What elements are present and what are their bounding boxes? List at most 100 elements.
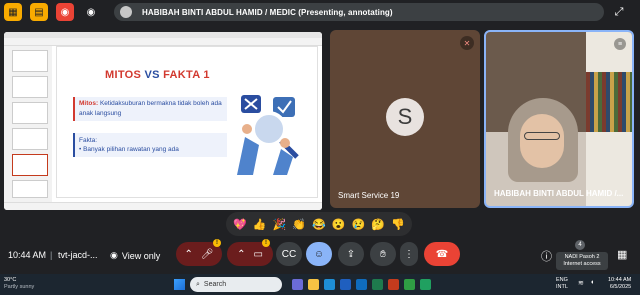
participant-name: HABIBAH BINTI ABDUL HAMID /... [494, 189, 624, 198]
mic-off-icon: 🎤︎ [200, 248, 214, 260]
clock-time: 10:44 AM [608, 277, 632, 283]
chevron-up-icon: ⌃ [184, 248, 193, 260]
chevron-up-icon: ⌃ [237, 248, 246, 260]
meeting-code: tvt-jacd-... [58, 250, 98, 260]
reaction-party[interactable]: 🎉 [273, 218, 287, 231]
presenter-label: HABIBAH BINTI ABDUL HAMID / MEDIC (Prese… [142, 7, 393, 17]
powerpoint-ribbon [4, 38, 322, 46]
fact-box: Fakta: • Banyak pilihan rawatan yang ada [73, 133, 227, 157]
reaction-bar: 💖 👍 🎉 👏 😂 😮 😢 🤔 👎 [226, 212, 412, 236]
emoji-icon: ☺ [313, 248, 325, 260]
temperature: 30°C [4, 277, 17, 283]
chrome-icon[interactable] [404, 279, 415, 290]
hangup-icon: ☎︎ [435, 248, 449, 260]
edge-icon[interactable] [324, 279, 335, 290]
captions-button[interactable]: CC [276, 242, 302, 266]
reaction-heart[interactable]: 💖 [233, 218, 247, 231]
reaction-thumbs-down[interactable]: 👎 [391, 218, 405, 231]
search-icon: ⌕ [196, 280, 200, 288]
myth-box: Mitos: Ketidaksuburan bermakna tidak bol… [73, 97, 227, 121]
slide-thumbnail [12, 50, 48, 72]
slide-thumbnails [4, 46, 52, 202]
taskbar-search[interactable]: ⌕ Search [190, 277, 282, 292]
participant-tile-active[interactable]: ≡ HABIBAH BINTI ABDUL HAMID /... [484, 30, 634, 208]
weather-widget[interactable]: 30°C Partly sunny [4, 277, 34, 291]
windows-start-icon[interactable] [174, 279, 185, 290]
clock-date: 6/5/2025 [609, 284, 632, 290]
tooltip-subtitle: Internet access [563, 261, 601, 267]
magnifier-illustration [237, 95, 299, 175]
system-clock[interactable]: 10:44 AM 6/5/2025 [608, 277, 631, 291]
excel-alt-icon[interactable] [420, 279, 431, 290]
avatar: S [386, 98, 424, 136]
slide-title: MITOS VS FAKTA 1 [105, 69, 210, 81]
wifi-icon[interactable]: ≋ [578, 279, 584, 287]
reaction-clap[interactable]: 👏 [292, 218, 306, 231]
network-tooltip: NADI Pasoh 2 Internet access [556, 252, 608, 270]
search-placeholder: Search [203, 281, 227, 288]
warning-icon: ! [213, 239, 221, 247]
expand-icon[interactable]: ⤢ [611, 4, 627, 20]
slide-thumbnail [12, 180, 48, 198]
activities-icon[interactable]: ▦ [617, 248, 627, 261]
camera-off-icon: ▭ [253, 248, 263, 260]
top-bar: ▦ ▤ ◉ ◉ HABIBAH BINTI ABDUL HAMID / MEDI… [0, 0, 640, 24]
language: ENG [556, 277, 568, 283]
slide-thumbnail [12, 76, 48, 98]
reaction-surprised[interactable]: 😮 [332, 218, 346, 231]
raise-hand-button[interactable]: ✋︎ [370, 242, 396, 266]
participant-tile[interactable]: ✕ S Smart Service 19 [330, 30, 480, 208]
more-options-button[interactable]: ⋮ [400, 242, 418, 266]
info-icon[interactable]: ⓘ [541, 248, 552, 264]
people-count-badge: 4 [575, 240, 585, 250]
reaction-thinking[interactable]: 🤔 [371, 218, 385, 231]
speaking-icon: ≡ [614, 38, 626, 50]
doc-icon[interactable]: ▤ [30, 3, 48, 21]
glasses [524, 132, 560, 140]
eye-icon: ◉ [110, 250, 118, 260]
weather-condition: Partly sunny [4, 284, 35, 290]
slide-thumbnail [12, 102, 48, 124]
leave-call-button[interactable]: ☎︎ [424, 242, 460, 266]
warning-icon: ! [262, 239, 270, 247]
excel-icon[interactable] [372, 279, 383, 290]
windows-taskbar: 30°C Partly sunny ⌕ Search ENG INTL ≋ ◖ … [0, 274, 640, 295]
present-icon: ⇪ [346, 248, 356, 260]
keyboard-layout: INTL [556, 284, 568, 290]
file-explorer-icon[interactable] [308, 279, 319, 290]
meeting-time: 10:44 AM [8, 250, 47, 260]
mic-off-icon: ✕ [460, 36, 474, 50]
slide-thumbnail [12, 128, 48, 150]
avatar [120, 6, 132, 18]
powerpoint-icon[interactable] [388, 279, 399, 290]
view-only-label: View only [121, 250, 161, 261]
slide-thumbnail-selected [12, 154, 48, 176]
volume-icon[interactable]: ◖ [590, 279, 594, 286]
reaction-laugh[interactable]: 😂 [312, 218, 326, 231]
tooltip-title: NADI Pasoh 2 [564, 254, 600, 260]
participant-face [520, 114, 564, 168]
more-vert-icon: ⋮ [404, 248, 414, 260]
word-icon[interactable] [340, 279, 351, 290]
presentation-screen: MITOS VS FAKTA 1 Mitos: Ketidaksuburan b… [4, 32, 322, 210]
participant-name: Smart Service 19 [338, 191, 400, 200]
reactions-button[interactable]: ☺ [306, 242, 332, 266]
system-tray[interactable]: ENG INTL [556, 277, 568, 291]
present-button[interactable]: ⇪ [338, 242, 364, 266]
record-icon[interactable]: ◉ [56, 3, 74, 21]
hand-icon: ✋︎ [380, 248, 386, 260]
view-only-button[interactable]: ◉ View only [110, 250, 160, 261]
powerpoint-statusbar [4, 202, 322, 210]
reaction-sad[interactable]: 😢 [352, 218, 366, 231]
separator: | [50, 250, 53, 260]
eye-icon[interactable]: ◉ [82, 3, 100, 21]
reaction-thumbs-up[interactable]: 👍 [253, 218, 267, 231]
present-icon[interactable]: ▦ [4, 3, 22, 21]
outlook-icon[interactable] [356, 279, 367, 290]
slide-canvas: MITOS VS FAKTA 1 Mitos: Ketidaksuburan b… [56, 46, 318, 198]
presenter-banner: HABIBAH BINTI ABDUL HAMID / MEDIC (Prese… [114, 3, 604, 21]
teams-icon[interactable] [292, 279, 303, 290]
captions-icon: CC [281, 248, 297, 260]
meeting-controls: 10:44 AM | tvt-jacd-... ◉ View only ⌃ 🎤︎… [0, 238, 640, 272]
background-books [586, 72, 632, 132]
